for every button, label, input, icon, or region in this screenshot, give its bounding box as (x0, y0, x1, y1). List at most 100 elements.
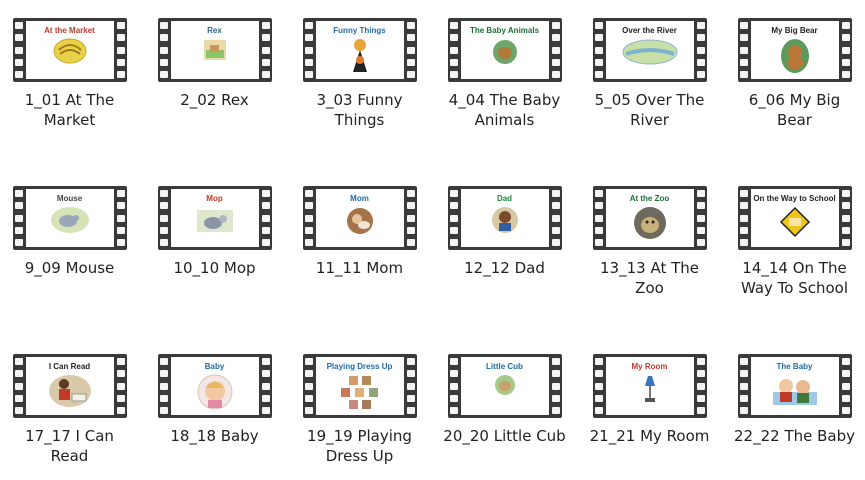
cover-title: On the Way to School (753, 194, 836, 203)
file-name-label[interactable]: 11_11 Mom (295, 258, 425, 278)
film-strip-thumbnail[interactable]: Little Cub (447, 354, 562, 418)
sprocket-hole (159, 214, 168, 222)
file-name-label[interactable]: 17_17 I Can Read (5, 426, 135, 466)
sprocket-hole (594, 71, 603, 78)
video-file-item[interactable]: Little Cub 20_20 Little Cub (432, 336, 577, 480)
file-name-label[interactable]: 1_01 At The Market (5, 90, 135, 130)
sprocket-hole (406, 22, 415, 29)
sprocket-hole (696, 394, 705, 402)
film-strip-thumbnail[interactable]: The Baby Animals (447, 18, 562, 82)
cover-frame: The Baby (750, 357, 839, 415)
sprocket-hole (449, 226, 458, 234)
video-file-item[interactable]: Playing Dress Up 19_19 Playing Dress Up (287, 336, 432, 480)
sprocket-hole (841, 214, 850, 222)
film-strip-thumbnail[interactable]: Mouse (12, 186, 127, 250)
file-name-label[interactable]: 18_18 Baby (150, 426, 280, 446)
sprocket-hole (696, 190, 705, 197)
sprocket-hole (696, 358, 705, 365)
sprocket-hole (14, 214, 23, 222)
film-strip-thumbnail[interactable]: My Room (592, 354, 707, 418)
file-name-label[interactable]: 22_22 The Baby (730, 426, 860, 446)
sprocket-hole (261, 407, 270, 414)
cover-illustration (642, 374, 658, 408)
film-strip-thumbnail[interactable]: Playing Dress Up (302, 354, 417, 418)
sprocket-hole (116, 407, 125, 414)
sprocket-hole (449, 22, 458, 29)
cover-illustration (772, 374, 818, 410)
cover-title: Little Cub (486, 362, 523, 371)
cover-title: Dad (496, 194, 513, 203)
film-strip-thumbnail[interactable]: Mom (302, 186, 417, 250)
film-strip-thumbnail[interactable]: At the Zoo (592, 186, 707, 250)
sprocket-hole (449, 214, 458, 222)
cover-illustration (779, 206, 811, 242)
cover-illustration (202, 38, 228, 66)
sprocket-hole (116, 71, 125, 78)
sprocket-hole (261, 34, 270, 42)
film-strip-thumbnail[interactable]: On the Way to School (737, 186, 852, 250)
film-strip-thumbnail[interactable]: The Baby (737, 354, 852, 418)
sprocket-hole (159, 370, 168, 378)
sprocket-hole (449, 407, 458, 414)
sprocket-hole (406, 202, 415, 210)
video-file-item[interactable]: Dad 12_12 Dad (432, 168, 577, 336)
video-file-item[interactable]: The Baby Animals 4_04 The Baby Animals (432, 0, 577, 168)
film-sprocket-holes (696, 358, 705, 414)
file-name-label[interactable]: 3_03 Funny Things (295, 90, 425, 130)
file-name-label[interactable]: 13_13 At The Zoo (585, 258, 715, 298)
sprocket-hole (739, 22, 748, 29)
video-file-item[interactable]: On the Way to School 14_14 On The Way To … (722, 168, 865, 336)
film-strip-thumbnail[interactable]: Baby (157, 354, 272, 418)
video-file-item[interactable]: My Big Bear 6_06 My Big Bear (722, 0, 865, 168)
sprocket-hole (594, 190, 603, 197)
video-file-item[interactable]: Mouse 9_09 Mouse (0, 168, 142, 336)
video-file-item[interactable]: I Can Read 17_17 I Can Read (0, 336, 142, 480)
file-name-label[interactable]: 4_04 The Baby Animals (440, 90, 570, 130)
film-strip-thumbnail[interactable]: Over the River (592, 18, 707, 82)
video-file-item[interactable]: Mom 11_11 Mom (287, 168, 432, 336)
film-strip-thumbnail[interactable]: Dad (447, 186, 562, 250)
cover-frame: My Big Bear (750, 21, 839, 79)
sprocket-hole (841, 226, 850, 234)
file-name-label[interactable]: 6_06 My Big Bear (730, 90, 860, 130)
file-name-label[interactable]: 2_02 Rex (150, 90, 280, 110)
video-file-item[interactable]: At the Market 1_01 At The Market (0, 0, 142, 168)
film-strip-thumbnail[interactable]: Funny Things (302, 18, 417, 82)
video-file-item[interactable]: The Baby 22_22 The Baby (722, 336, 865, 480)
video-file-item[interactable]: At the Zoo 13_13 At The Zoo (577, 168, 722, 336)
sprocket-hole (159, 239, 168, 246)
film-strip-thumbnail[interactable]: My Big Bear (737, 18, 852, 82)
video-file-item[interactable]: Mop 10_10 Mop (142, 168, 287, 336)
file-name-label[interactable]: 9_09 Mouse (5, 258, 135, 278)
file-name-label[interactable]: 10_10 Mop (150, 258, 280, 278)
video-file-item[interactable]: Rex 2_02 Rex (142, 0, 287, 168)
film-sprocket-holes (841, 190, 850, 246)
video-file-item[interactable]: Over the River 5_05 Over The River (577, 0, 722, 168)
sprocket-hole (159, 382, 168, 390)
file-name-label[interactable]: 12_12 Dad (440, 258, 570, 278)
file-name-label[interactable]: 21_21 My Room (585, 426, 715, 446)
cover-frame: Dad (460, 189, 549, 247)
file-name-label[interactable]: 20_20 Little Cub (440, 426, 570, 446)
sprocket-hole (594, 226, 603, 234)
film-sprocket-holes (304, 22, 313, 78)
sprocket-hole (159, 46, 168, 54)
sprocket-hole (696, 71, 705, 78)
file-name-label[interactable]: 19_19 Playing Dress Up (295, 426, 425, 466)
sprocket-hole (116, 226, 125, 234)
film-strip-thumbnail[interactable]: At the Market (12, 18, 127, 82)
film-strip-thumbnail[interactable]: Mop (157, 186, 272, 250)
video-file-item[interactable]: Funny Things 3_03 Funny Things (287, 0, 432, 168)
video-file-item[interactable]: My Room 21_21 My Room (577, 336, 722, 480)
file-name-label[interactable]: 5_05 Over The River (585, 90, 715, 130)
file-name-label[interactable]: 14_14 On The Way To School (730, 258, 860, 298)
sprocket-hole (14, 358, 23, 365)
film-strip-thumbnail[interactable]: Rex (157, 18, 272, 82)
cover-title: Mouse (56, 194, 83, 203)
video-file-item[interactable]: Baby 18_18 Baby (142, 336, 287, 480)
sprocket-hole (841, 190, 850, 197)
sprocket-hole (841, 394, 850, 402)
film-strip-thumbnail[interactable]: I Can Read (12, 354, 127, 418)
sprocket-hole (159, 202, 168, 210)
sprocket-hole (406, 58, 415, 66)
